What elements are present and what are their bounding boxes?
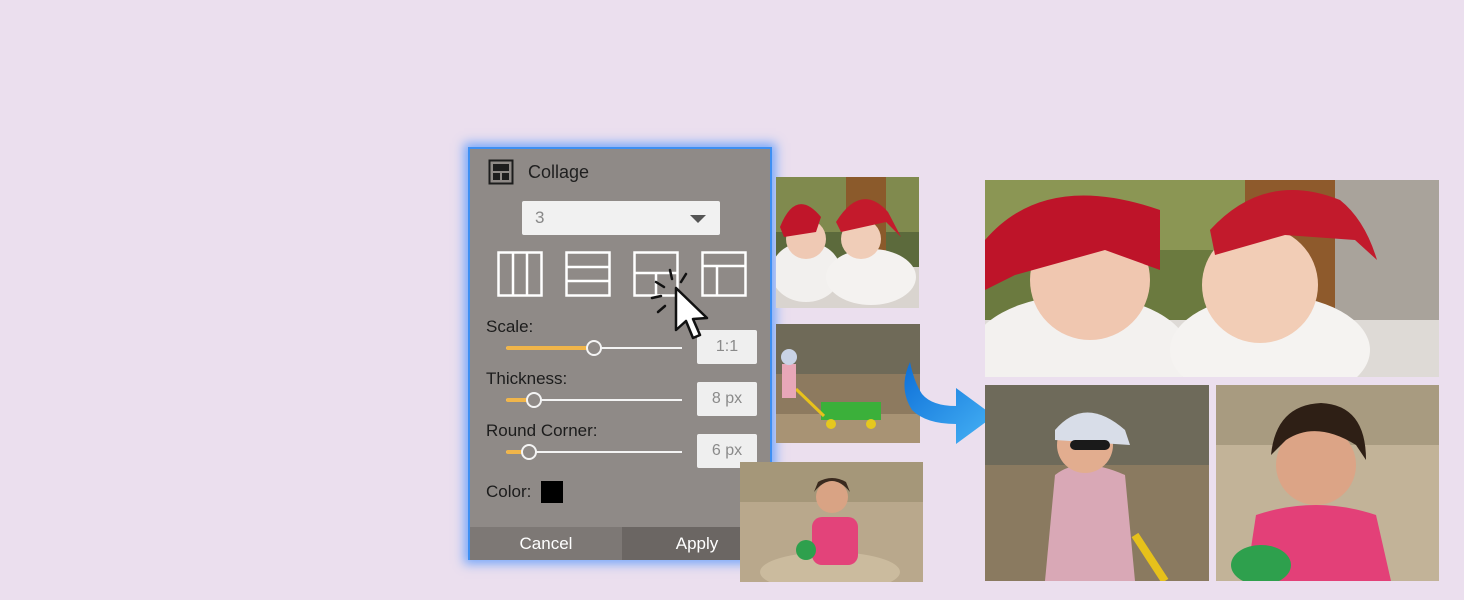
scale-value-field[interactable]: 1:1 [697,330,757,364]
thickness-value-field[interactable]: 8 px [697,382,757,416]
photo-count-dropdown[interactable]: 3 [522,201,720,235]
chevron-down-icon [690,215,706,223]
round-corner-slider[interactable] [506,444,682,460]
collage-icon [488,159,514,185]
source-photo-babies [776,177,919,308]
three-rows-icon[interactable] [565,251,611,297]
round-corner-slider-thumb[interactable] [520,444,537,460]
panel-header: Collage [488,159,589,185]
scale-label: Scale: [486,317,534,336]
collage-top-photo [985,180,1439,377]
one-left-two-right-icon[interactable] [701,251,747,297]
transform-arrow-icon [904,362,994,444]
panel-title: Collage [528,161,590,182]
thickness-slider-thumb[interactable] [526,392,543,408]
color-label: Color: [486,482,532,501]
collage-bottom-right-photo [1216,385,1439,581]
photo-count-value: 3 [535,208,545,227]
scale-slider-thumb[interactable] [586,340,602,356]
source-photo-girl-sand [740,462,923,582]
one-top-two-bottom-icon[interactable] [633,251,679,297]
collage-panel: Collage 3 Scale: 1:1 Thickness: 8 px Rou… [468,147,772,560]
round-corner-label: Round Corner: [486,421,598,440]
scale-slider[interactable] [506,340,682,356]
three-columns-icon[interactable] [497,251,543,297]
color-swatch[interactable] [541,481,563,503]
collage-bottom-left-photo [985,385,1209,581]
cancel-button[interactable]: Cancel [470,527,622,560]
thickness-slider[interactable] [506,392,682,408]
thickness-label: Thickness: [486,369,568,388]
scale-slider-fill [506,346,594,350]
